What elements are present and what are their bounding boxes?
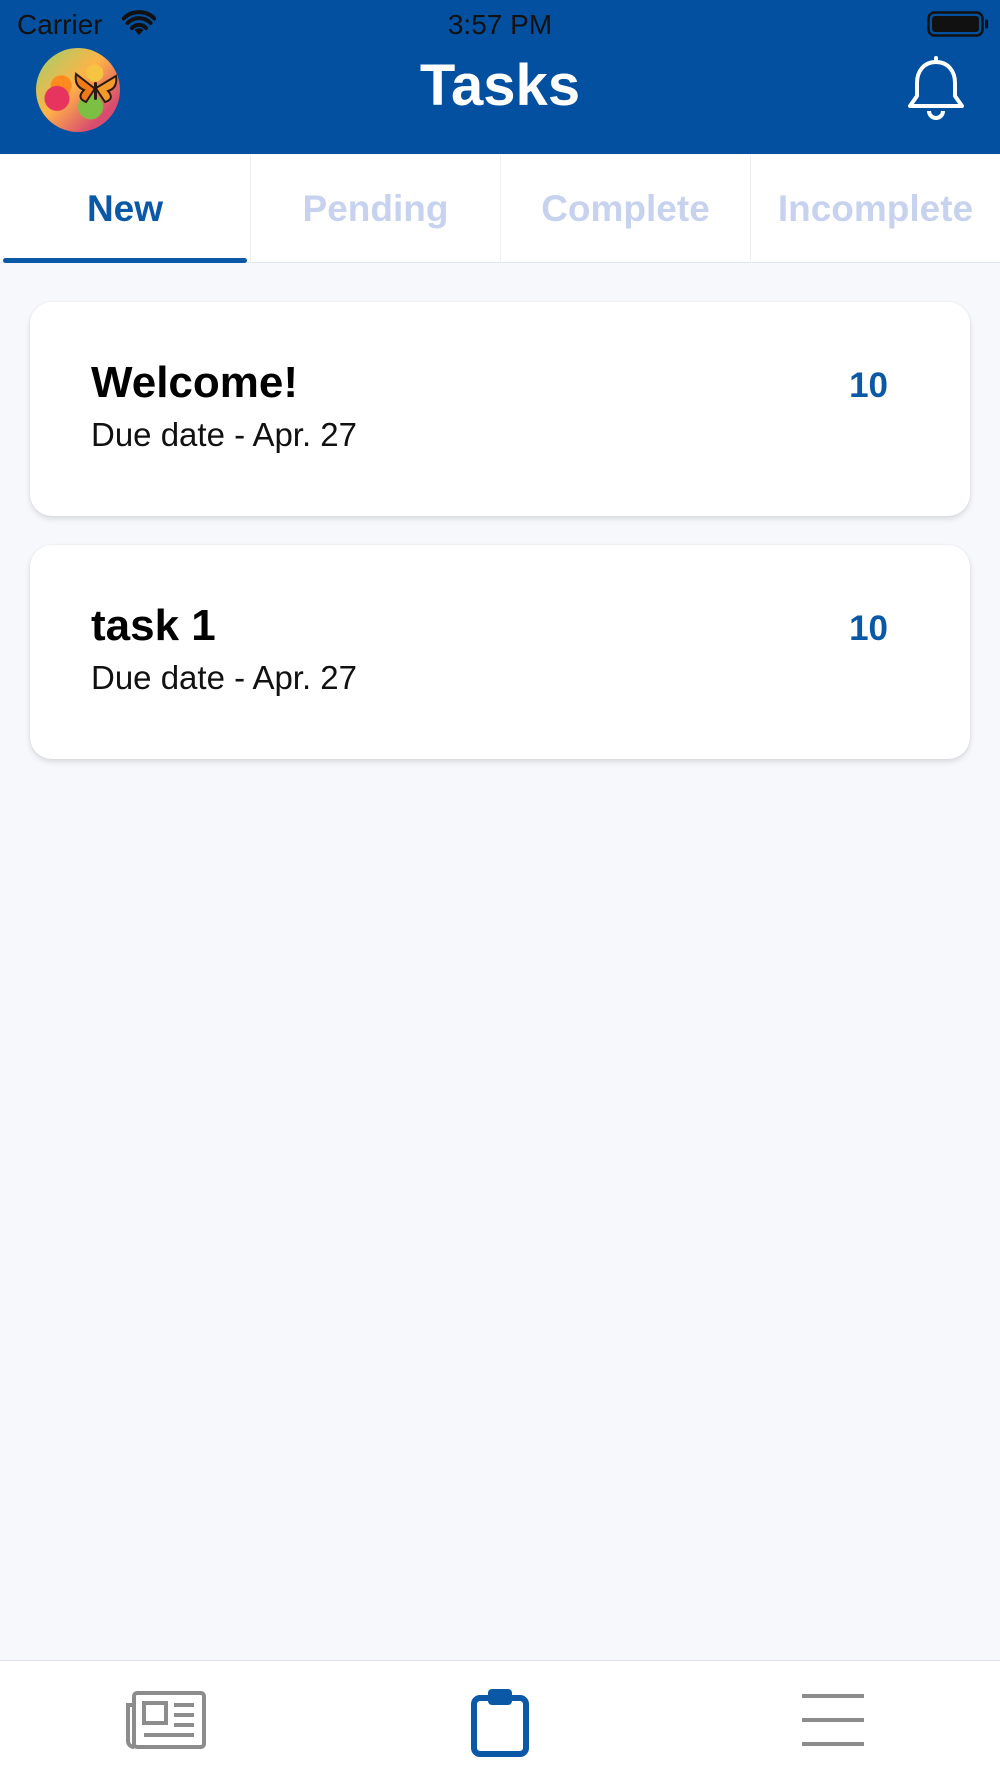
task-points: 10 xyxy=(849,366,888,405)
task-title: Welcome! xyxy=(91,358,299,407)
battery-icon xyxy=(927,11,988,37)
app-header: Carrier 3:57 PM Tasks xyxy=(0,0,1000,154)
task-title: task 1 xyxy=(91,601,216,650)
clipboard-icon[interactable] xyxy=(470,1686,530,1758)
task-card[interactable]: Welcome! Due date - Apr. 27 10 xyxy=(30,302,970,516)
bell-icon[interactable] xyxy=(904,56,968,122)
task-status-tabs: New Pending Complete Incomplete xyxy=(0,155,1000,263)
status-time: 3:57 PM xyxy=(447,9,553,40)
tab-new[interactable]: New xyxy=(0,155,250,263)
task-points: 10 xyxy=(849,609,888,648)
newspaper-icon[interactable] xyxy=(124,1689,208,1751)
task-card[interactable]: task 1 Due date - Apr. 27 10 xyxy=(30,545,970,759)
task-due-date: Due date - Apr. 27 xyxy=(91,416,358,453)
page-title: Tasks xyxy=(419,53,581,118)
tab-complete[interactable]: Complete xyxy=(500,155,750,263)
tasks-screen: Carrier 3:57 PM Tasks New Pending Comple… xyxy=(0,0,1000,1778)
status-bar: Carrier 3:57 PM xyxy=(0,0,1000,50)
task-due-date: Due date - Apr. 27 xyxy=(91,659,358,696)
hamburger-menu-icon[interactable] xyxy=(800,1692,866,1748)
bottom-navigation xyxy=(0,1660,1000,1778)
tab-incomplete[interactable]: Incomplete xyxy=(750,155,1000,263)
tab-pending[interactable]: Pending xyxy=(250,155,500,263)
